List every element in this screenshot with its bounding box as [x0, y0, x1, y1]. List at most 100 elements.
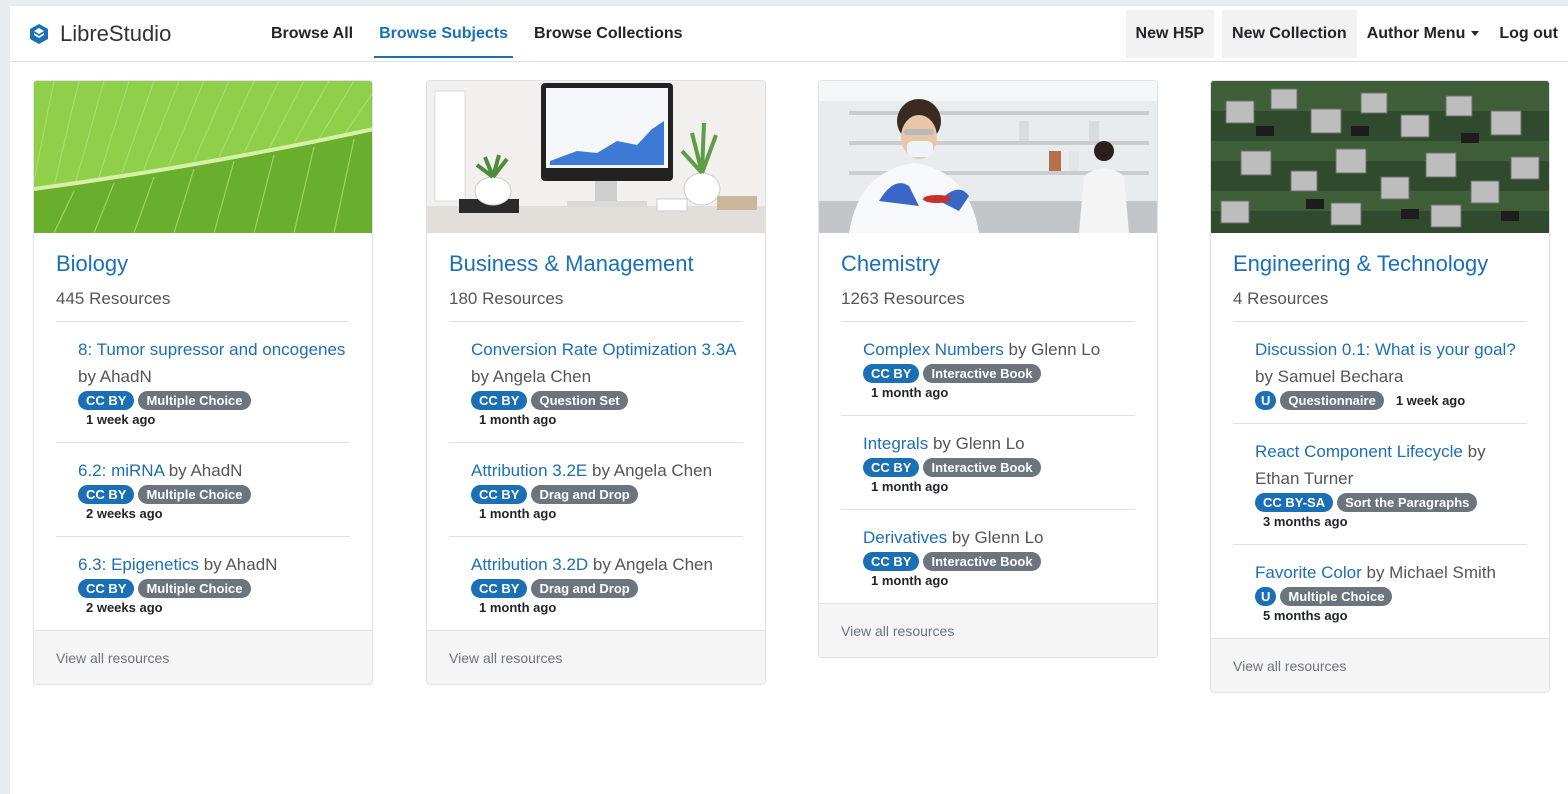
license-badge: CC BY	[863, 458, 920, 477]
subject-title[interactable]: Chemistry	[841, 251, 1135, 277]
caret-down-icon	[1471, 31, 1480, 36]
resource-item: Integrals by Glenn Lo CC BY Interactive …	[841, 416, 1135, 510]
resource-count: 4 Resources	[1233, 289, 1527, 322]
resource-timestamp: 1 month ago	[871, 385, 949, 400]
app-frame: LibreStudio Browse All Browse Subjects B…	[10, 6, 1568, 794]
resource-item: 8: Tumor supressor and oncogenes by Ahad…	[56, 322, 350, 443]
resource-item: Favorite Color by Michael Smith U Multip…	[1233, 545, 1527, 638]
author-menu-dropdown[interactable]: Author Menu	[1357, 10, 1490, 58]
resource-timestamp: 1 month ago	[479, 412, 557, 427]
resource-item: 6.2: miRNA by AhadN CC BY Multiple Choic…	[56, 443, 350, 537]
resource-link[interactable]: 8: Tumor supressor and oncogenes	[78, 340, 345, 359]
content-type-badge: Interactive Book	[923, 364, 1041, 383]
subject-card-business-management: Business & Management 180 Resources Conv…	[426, 80, 766, 685]
view-all-resources-link[interactable]: View all resources	[819, 603, 1157, 657]
resource-timestamp: 5 months ago	[1263, 608, 1348, 623]
license-badge: CC BY	[78, 579, 135, 598]
resource-link[interactable]: Attribution 3.2D	[471, 555, 588, 574]
resource-link[interactable]: React Component Lifecycle	[1255, 442, 1463, 461]
chemistry-lab-image	[819, 81, 1157, 233]
top-navbar: LibreStudio Browse All Browse Subjects B…	[10, 6, 1568, 62]
secondary-nav: New H5P New Collection Author Menu Log o…	[1125, 6, 1568, 61]
content-type-badge: Multiple Choice	[1280, 587, 1393, 606]
resource-link[interactable]: Complex Numbers	[863, 340, 1004, 359]
license-badge: CC BY	[471, 579, 528, 598]
resource-link[interactable]: Attribution 3.2E	[471, 461, 587, 480]
resource-link[interactable]: 6.3: Epigenetics	[78, 555, 199, 574]
resource-author: by Samuel Bechara	[1255, 367, 1404, 386]
content-type-badge: Interactive Book	[923, 458, 1041, 477]
license-badge: CC BY	[471, 391, 528, 410]
resource-author: by Glenn Lo	[1008, 340, 1101, 359]
resource-author: by AhadN	[78, 367, 152, 386]
resource-item: Complex Numbers by Glenn Lo CC BY Intera…	[841, 322, 1135, 416]
content-type-badge: Sort the Paragraphs	[1337, 493, 1478, 512]
license-badge: U	[1255, 391, 1277, 410]
content-type-badge: Question Set	[531, 391, 628, 410]
resource-timestamp: 1 month ago	[479, 506, 557, 521]
content-type-badge: Multiple Choice	[138, 579, 251, 598]
resource-link[interactable]: Derivatives	[863, 528, 947, 547]
resource-item: Attribution 3.2E by Angela Chen CC BY Dr…	[449, 443, 743, 537]
view-all-resources-link[interactable]: View all resources	[34, 630, 372, 684]
resource-timestamp: 1 month ago	[871, 479, 949, 494]
subject-title[interactable]: Business & Management	[449, 251, 743, 277]
resource-timestamp: 1 week ago	[1395, 393, 1466, 408]
resource-link[interactable]: Favorite Color	[1255, 563, 1362, 582]
license-badge: U	[1255, 587, 1277, 606]
nav-browse-all[interactable]: Browse All	[258, 6, 366, 61]
resource-count: 180 Resources	[449, 289, 743, 322]
brand-name: LibreStudio	[60, 20, 172, 46]
resource-timestamp: 1 week ago	[86, 412, 156, 427]
resource-author: by Glenn Lo	[951, 528, 1044, 547]
resource-timestamp: 2 weeks ago	[86, 506, 163, 521]
resource-link[interactable]: Discussion 0.1: What is your goal?	[1255, 340, 1516, 359]
license-badge: CC BY	[863, 364, 920, 383]
resource-author: by Glenn Lo	[932, 434, 1025, 453]
resource-item: Discussion 0.1: What is your goal? by Sa…	[1233, 322, 1527, 424]
license-badge: CC BY	[471, 485, 528, 504]
license-badge: CC BY	[863, 552, 920, 571]
subject-card-engineering-technology: Engineering & Technology 4 Resources Dis…	[1210, 80, 1550, 693]
resource-author: by Michael Smith	[1366, 563, 1496, 582]
resource-author: by AhadN	[168, 461, 243, 480]
nav-browse-collections[interactable]: Browse Collections	[521, 6, 695, 61]
log-out-button[interactable]: Log out	[1489, 10, 1568, 58]
new-h5p-button[interactable]: New H5P	[1125, 9, 1215, 58]
resource-link[interactable]: 6.2: miRNA	[78, 461, 164, 480]
license-badge: CC BY-SA	[1255, 493, 1334, 512]
new-collection-button[interactable]: New Collection	[1222, 9, 1357, 58]
subject-card-biology: Biology 445 Resources 8: Tumor supressor…	[33, 80, 373, 685]
resource-author: by AhadN	[203, 555, 278, 574]
biology-leaf-image	[34, 81, 372, 233]
resource-count: 445 Resources	[56, 289, 350, 322]
nav-browse-subjects[interactable]: Browse Subjects	[366, 6, 521, 61]
resource-author: by Angela Chen	[471, 367, 592, 386]
content-type-badge: Interactive Book	[923, 552, 1041, 571]
author-menu-label: Author Menu	[1366, 24, 1466, 42]
engineering-circuit-board-image	[1211, 81, 1549, 233]
view-all-resources-link[interactable]: View all resources	[427, 630, 765, 684]
business-desk-image	[427, 81, 765, 233]
resource-author: by Angela Chen	[591, 461, 713, 480]
resource-author: by Angela Chen	[592, 555, 713, 574]
resource-timestamp: 3 months ago	[1263, 514, 1348, 529]
resource-item: Conversion Rate Optimization 3.3A by Ang…	[449, 322, 743, 443]
resource-timestamp: 2 weeks ago	[86, 600, 163, 615]
resource-item: React Component Lifecycle by Ethan Turne…	[1233, 424, 1527, 545]
resource-link[interactable]: Conversion Rate Optimization 3.3A	[471, 340, 736, 359]
resource-item: Attribution 3.2D by Angela Chen CC BY Dr…	[449, 537, 743, 630]
brand[interactable]: LibreStudio	[28, 21, 258, 47]
license-badge: CC BY	[78, 485, 135, 504]
resource-link[interactable]: Integrals	[863, 434, 928, 453]
content-type-badge: Drag and Drop	[531, 485, 638, 504]
resource-count: 1263 Resources	[841, 289, 1135, 322]
view-all-resources-link[interactable]: View all resources	[1211, 638, 1549, 692]
subject-title[interactable]: Biology	[56, 251, 350, 277]
subject-card-chemistry: Chemistry 1263 Resources Complex Numbers…	[818, 80, 1158, 658]
license-badge: CC BY	[78, 391, 135, 410]
subject-title[interactable]: Engineering & Technology	[1233, 251, 1527, 277]
content-type-badge: Questionnaire	[1280, 391, 1384, 410]
primary-nav: Browse All Browse Subjects Browse Collec…	[258, 6, 696, 61]
librestudio-logo-icon	[30, 23, 48, 44]
